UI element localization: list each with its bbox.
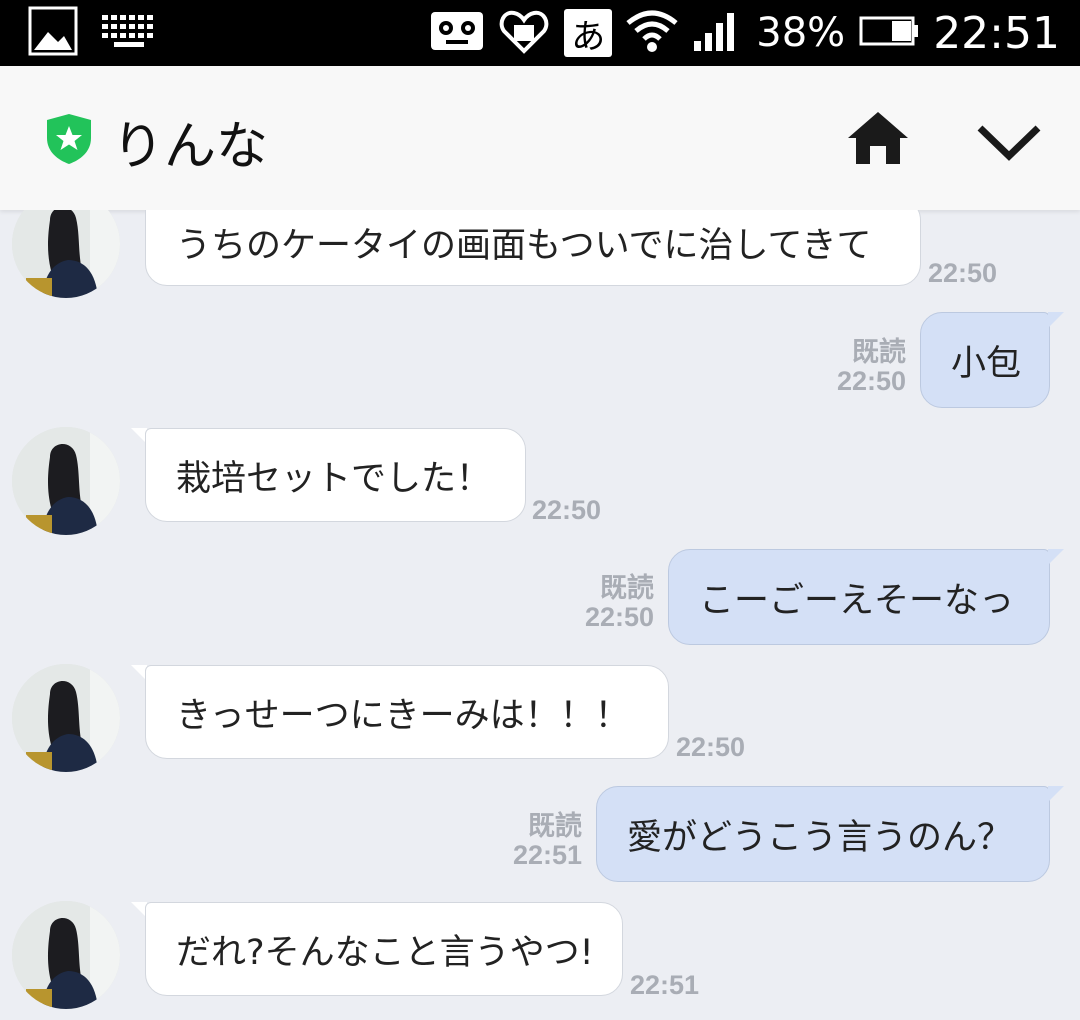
- message-text: こーごーえそーなっ: [699, 580, 1015, 621]
- home-icon: [848, 112, 908, 164]
- avatar[interactable]: [12, 427, 120, 535]
- heart-box-icon: [498, 5, 550, 61]
- message-time: 22:50: [532, 495, 602, 525]
- message-bubble[interactable]: だれ?そんなこと言うやつ!: [145, 902, 623, 996]
- bubble-tail: [1048, 549, 1064, 565]
- message-bubble[interactable]: うちのケータイの画面もついでに治してきて: [145, 210, 921, 286]
- voicemail-icon: [430, 11, 484, 55]
- menu-toggle-button[interactable]: [974, 118, 1044, 166]
- clock: 22:51: [933, 7, 1060, 59]
- message-text: うちのケータイの画面もついでに治してきて: [176, 225, 872, 266]
- bubble-tail: [1048, 312, 1064, 328]
- battery-icon: [859, 14, 919, 52]
- message-time: 22:50: [836, 366, 906, 396]
- message-text: 栽培セットでした！: [176, 458, 492, 499]
- avatar[interactable]: [12, 664, 120, 772]
- ime-indicator: あ: [564, 9, 613, 57]
- read-receipt: 既読: [528, 811, 582, 842]
- message-text: 愛がどうこう言うのん？: [627, 817, 1013, 858]
- message-bubble[interactable]: 愛がどうこう言うのん？: [596, 786, 1050, 882]
- message-text: だれ?そんなこと言うやつ!: [176, 932, 594, 973]
- official-shield-icon: [44, 112, 94, 170]
- message-time: 22:50: [584, 602, 654, 632]
- message-text: 小包: [951, 343, 1022, 384]
- battery-percent: 38%: [756, 10, 846, 56]
- message-bubble[interactable]: 小包: [920, 312, 1050, 408]
- chat-header: りんな: [0, 66, 1080, 210]
- wifi-icon: [626, 9, 678, 57]
- image-notification-icon: [28, 6, 78, 60]
- avatar[interactable]: [12, 901, 120, 1009]
- bubble-tail: [1048, 786, 1064, 802]
- chevron-down-icon: [977, 125, 1041, 161]
- read-receipt: 既読: [600, 573, 654, 604]
- message-time: 22:50: [928, 258, 998, 288]
- message-time: 22:50: [676, 732, 746, 762]
- home-button[interactable]: [846, 108, 910, 168]
- message-text: きっせーつにきーみは！！！: [176, 695, 630, 736]
- status-bar: あ 38% 22:51: [0, 0, 1080, 66]
- signal-icon: [692, 11, 738, 55]
- keyboard-icon: [100, 13, 158, 53]
- avatar[interactable]: [12, 210, 120, 298]
- message-time: 22:51: [630, 970, 700, 1000]
- message-list[interactable]: うちのケータイの画面もついでに治してきて 22:50 既読 22:50 小包 栽…: [0, 210, 1080, 1020]
- message-bubble[interactable]: 栽培セットでした！: [145, 428, 526, 522]
- message-time: 22:51: [512, 840, 582, 870]
- read-receipt: 既読: [852, 337, 906, 368]
- message-bubble[interactable]: こーごーえそーなっ: [668, 549, 1050, 645]
- message-bubble[interactable]: きっせーつにきーみは！！！: [145, 665, 669, 759]
- chat-title: りんな: [112, 117, 269, 177]
